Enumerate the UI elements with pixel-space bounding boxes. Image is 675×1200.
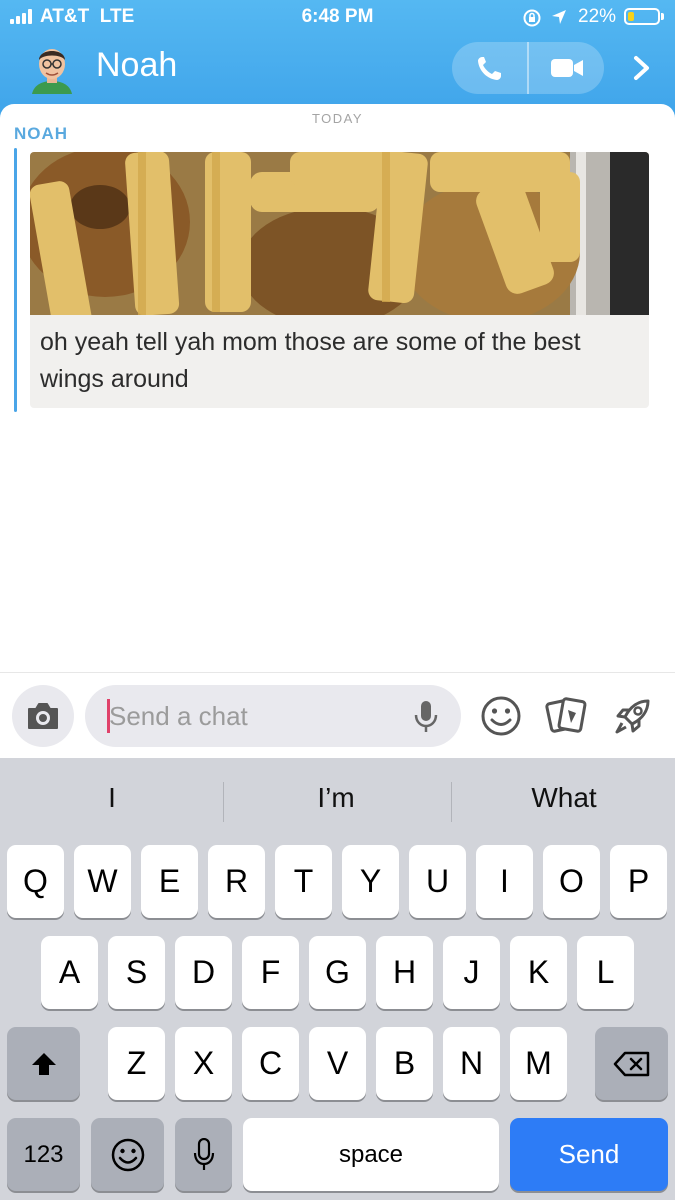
message-sender: NOAH — [14, 124, 69, 143]
key-m[interactable]: M — [510, 1027, 567, 1100]
camera-icon — [28, 703, 58, 729]
shift-key[interactable] — [7, 1027, 80, 1100]
key-z[interactable]: Z — [108, 1027, 165, 1100]
rotation-lock-icon — [523, 9, 541, 27]
key-v[interactable]: V — [309, 1027, 366, 1100]
backspace-key[interactable] — [595, 1027, 668, 1100]
cards-icon[interactable] — [544, 693, 590, 739]
key-a[interactable]: A — [41, 936, 98, 1009]
chat-area: TODAY NOAH oh yeah tell yah mom those ar… — [0, 104, 675, 672]
key-x[interactable]: X — [175, 1027, 232, 1100]
key-q[interactable]: Q — [7, 845, 64, 918]
key-i[interactable]: I — [476, 845, 533, 918]
message-accent-line — [14, 148, 17, 412]
contact-name[interactable]: Noah — [96, 46, 177, 85]
chat-input-bar: Send a chat — [0, 672, 675, 758]
microphone-icon — [193, 1137, 214, 1170]
battery-icon — [624, 8, 660, 25]
key-h[interactable]: H — [376, 936, 433, 1009]
key-b[interactable]: B — [376, 1027, 433, 1100]
call-button-group — [452, 42, 604, 94]
chevron-right-icon[interactable] — [622, 48, 662, 88]
numbers-key[interactable]: 123 — [7, 1118, 80, 1191]
chat-input-placeholder: Send a chat — [109, 701, 248, 731]
key-y[interactable]: Y — [342, 845, 399, 918]
emoji-icon[interactable] — [478, 693, 524, 739]
shift-arrow-icon — [31, 1052, 56, 1075]
day-separator: TODAY — [311, 111, 364, 126]
key-u[interactable]: U — [409, 845, 466, 918]
emoji-keyboard-icon — [111, 1138, 144, 1171]
video-camera-icon — [551, 59, 583, 77]
suggestion-2[interactable]: I’m — [224, 782, 448, 814]
video-call-button[interactable] — [529, 42, 604, 94]
status-bar: AT&T LTE 6:48 PM 22% — [0, 0, 675, 36]
space-key[interactable]: space — [243, 1118, 499, 1191]
chat-input[interactable]: Send a chat — [85, 685, 461, 747]
key-n[interactable]: N — [443, 1027, 500, 1100]
key-w[interactable]: W — [74, 845, 131, 918]
key-f[interactable]: F — [242, 936, 299, 1009]
message-caption: oh yeah tell yah mom those are some of t… — [40, 328, 581, 393]
location-arrow-icon — [552, 10, 566, 24]
key-j[interactable]: J — [443, 936, 500, 1009]
dictation-key[interactable] — [175, 1118, 232, 1191]
backspace-icon — [613, 1051, 649, 1076]
phone-icon — [478, 57, 501, 80]
key-l[interactable]: L — [577, 936, 634, 1009]
keyboard: I I’m What Q W E R T Y U I O P A S D F G… — [0, 758, 675, 1200]
voice-call-button[interactable] — [452, 42, 527, 94]
send-key[interactable]: Send — [510, 1118, 668, 1191]
suggestion-1[interactable]: I — [0, 782, 224, 814]
food-photo — [30, 152, 649, 315]
bitmoji-avatar[interactable] — [28, 42, 76, 94]
camera-button[interactable] — [12, 685, 74, 747]
key-c[interactable]: C — [242, 1027, 299, 1100]
key-e[interactable]: E — [141, 845, 198, 918]
key-o[interactable]: O — [543, 845, 600, 918]
key-d[interactable]: D — [175, 936, 232, 1009]
media-message[interactable]: oh yeah tell yah mom those are some of t… — [30, 152, 649, 408]
battery-percent: 22% — [578, 6, 617, 27]
suggestion-3[interactable]: What — [452, 782, 675, 814]
chat-header: AT&T LTE 6:48 PM 22% Noah — [0, 0, 675, 118]
emoji-keyboard-key[interactable] — [91, 1118, 164, 1191]
key-g[interactable]: G — [309, 936, 366, 1009]
key-p[interactable]: P — [610, 845, 667, 918]
key-t[interactable]: T — [275, 845, 332, 918]
key-r[interactable]: R — [208, 845, 265, 918]
key-s[interactable]: S — [108, 936, 165, 1009]
status-time: 6:48 PM — [301, 6, 374, 27]
key-k[interactable]: K — [510, 936, 567, 1009]
rocket-icon[interactable] — [610, 693, 656, 739]
microphone-icon[interactable] — [411, 700, 441, 734]
